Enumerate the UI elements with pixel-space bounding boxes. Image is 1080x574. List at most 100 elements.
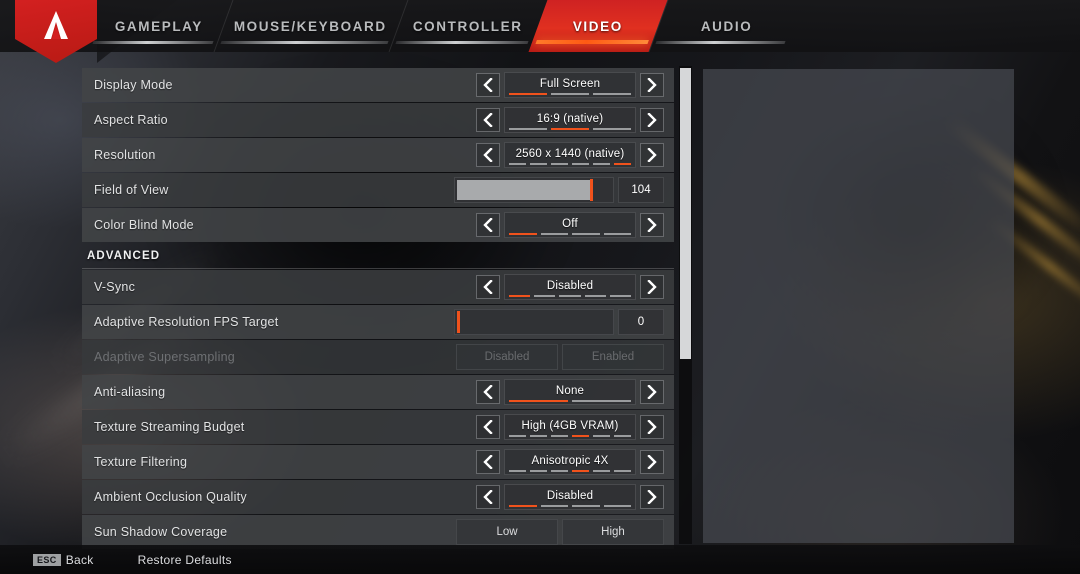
tab-controller[interactable]: CONTROLLER (389, 0, 548, 52)
chevron-left-icon[interactable] (476, 380, 500, 404)
level-segment (509, 127, 547, 130)
setting-row-aspect-ratio[interactable]: Aspect Ratio 16:9 (native) (82, 103, 674, 137)
settings-scrollbar[interactable] (679, 66, 692, 544)
setting-row-adaptive-supersampling: Adaptive Supersampling Disabled Enabled (82, 340, 674, 374)
tab-video[interactable]: VIDEO (528, 0, 668, 52)
chevron-right-icon[interactable] (640, 275, 664, 299)
setting-level-indicator (509, 294, 632, 297)
tab-mouse-keyboard[interactable]: MOUSE/KEYBOARD (214, 0, 408, 52)
tab-audio[interactable]: AUDIO (649, 0, 805, 52)
settings-preview-panel (703, 69, 1014, 543)
level-segment (509, 504, 537, 507)
level-segment (609, 294, 632, 297)
chevron-left-icon[interactable] (476, 275, 500, 299)
level-segment (530, 434, 547, 437)
tab-gameplay[interactable]: GAMEPLAY (86, 0, 233, 52)
level-segment (593, 469, 610, 472)
level-segment (509, 162, 526, 165)
chevron-right-icon[interactable] (640, 143, 664, 167)
setting-value: Disabled (546, 489, 594, 502)
chevron-right-icon[interactable] (640, 485, 664, 509)
spinner-control: Disabled (476, 274, 664, 300)
setting-slider[interactable] (454, 177, 614, 203)
toggle-option-low[interactable]: Low (456, 519, 558, 545)
setting-row-resolution[interactable]: Resolution 2560 x 1440 (native) (82, 138, 674, 172)
setting-row-texture-filtering[interactable]: Texture Filtering Anisotropic 4X (82, 445, 674, 479)
level-segment (572, 504, 600, 507)
setting-value-box[interactable]: High (4GB VRAM) (504, 414, 636, 440)
tab-label: CONTROLLER (413, 18, 523, 34)
setting-level-indicator (509, 434, 631, 437)
setting-row-color-blind-mode[interactable]: Color Blind Mode Off (82, 208, 674, 242)
level-segment (572, 162, 589, 165)
chevron-right-icon[interactable] (640, 380, 664, 404)
section-divider (82, 268, 674, 269)
spinner-control: Anisotropic 4X (476, 449, 664, 475)
setting-row-sun-shadow-coverage[interactable]: Sun Shadow Coverage Low High (82, 515, 674, 549)
toggle-control: Low High (456, 519, 664, 545)
section-header-advanced: ADVANCED (82, 243, 674, 269)
slider-handle[interactable] (457, 311, 460, 333)
spinner-control: Off (476, 212, 664, 238)
toggle-option-disabled: Disabled (456, 344, 558, 370)
setting-label: Sun Shadow Coverage (94, 525, 228, 539)
toggle-option-high[interactable]: High (562, 519, 664, 545)
setting-row-texture-streaming-budget[interactable]: Texture Streaming Budget High (4GB VRAM) (82, 410, 674, 444)
setting-label: Display Mode (94, 78, 173, 92)
setting-row-ambient-occlusion-quality[interactable]: Ambient Occlusion Quality Disabled (82, 480, 674, 514)
level-segment (540, 504, 568, 507)
level-segment (593, 434, 610, 437)
chevron-left-icon[interactable] (476, 213, 500, 237)
setting-value-box[interactable]: 16:9 (native) (504, 107, 636, 133)
chevron-left-icon[interactable] (476, 450, 500, 474)
level-segment (614, 434, 631, 437)
setting-row-adaptive-resolution-fps-target[interactable]: Adaptive Resolution FPS Target 0 (82, 305, 674, 339)
tab-label: VIDEO (572, 18, 623, 34)
setting-value-box[interactable]: None (504, 379, 636, 405)
setting-value-box[interactable]: Off (504, 212, 636, 238)
setting-label: Adaptive Resolution FPS Target (94, 315, 279, 329)
setting-row-display-mode[interactable]: Display Mode Full Screen (82, 68, 674, 102)
setting-label: Ambient Occlusion Quality (94, 490, 247, 504)
setting-label: Aspect Ratio (94, 113, 168, 127)
chevron-right-icon[interactable] (640, 213, 664, 237)
setting-row-v-sync[interactable]: V-Sync Disabled (82, 270, 674, 304)
chevron-right-icon[interactable] (640, 73, 664, 97)
back-hint[interactable]: ESC Back (33, 553, 94, 567)
restore-defaults-button[interactable]: Restore Defaults (138, 553, 232, 567)
scrollbar-thumb[interactable] (680, 67, 691, 360)
level-segment (593, 162, 610, 165)
setting-value-box[interactable]: Full Screen (504, 72, 636, 98)
tab-underline (92, 41, 214, 44)
chevron-left-icon[interactable] (476, 108, 500, 132)
setting-row-field-of-view[interactable]: Field of View 104 (82, 173, 674, 207)
setting-value: Anisotropic 4X (531, 454, 609, 467)
setting-level-indicator (509, 92, 631, 95)
spinner-control: High (4GB VRAM) (476, 414, 664, 440)
setting-label: Color Blind Mode (94, 218, 194, 232)
chevron-right-icon[interactable] (640, 415, 664, 439)
chevron-left-icon[interactable] (476, 485, 500, 509)
level-segment (584, 294, 606, 297)
chevron-left-icon[interactable] (476, 415, 500, 439)
setting-value: Full Screen (539, 77, 601, 90)
chevron-right-icon[interactable] (640, 108, 664, 132)
setting-value: 16:9 (native) (536, 112, 604, 125)
setting-value-box[interactable]: Disabled (504, 274, 636, 300)
settings-tabs: GAMEPLAY MOUSE/KEYBOARD CONTROLLER VIDEO AUD… (92, 0, 795, 52)
chevron-left-icon[interactable] (476, 143, 500, 167)
level-segment (530, 162, 547, 165)
chevron-right-icon[interactable] (640, 450, 664, 474)
setting-slider[interactable] (454, 309, 614, 335)
level-segment (603, 504, 631, 507)
slider-fill (457, 180, 593, 200)
footer-hint-bar: ESC Back Restore Defaults (0, 545, 1080, 574)
level-segment (509, 92, 547, 95)
chevron-left-icon[interactable] (476, 73, 500, 97)
setting-value-box[interactable]: Disabled (504, 484, 636, 510)
setting-row-anti-aliasing[interactable]: Anti-aliasing None (82, 375, 674, 409)
slider-handle[interactable] (590, 179, 594, 201)
setting-value-box[interactable]: Anisotropic 4X (504, 449, 636, 475)
setting-value-box[interactable]: 2560 x 1440 (native) (504, 142, 636, 168)
restore-defaults-label: Restore Defaults (137, 552, 232, 567)
